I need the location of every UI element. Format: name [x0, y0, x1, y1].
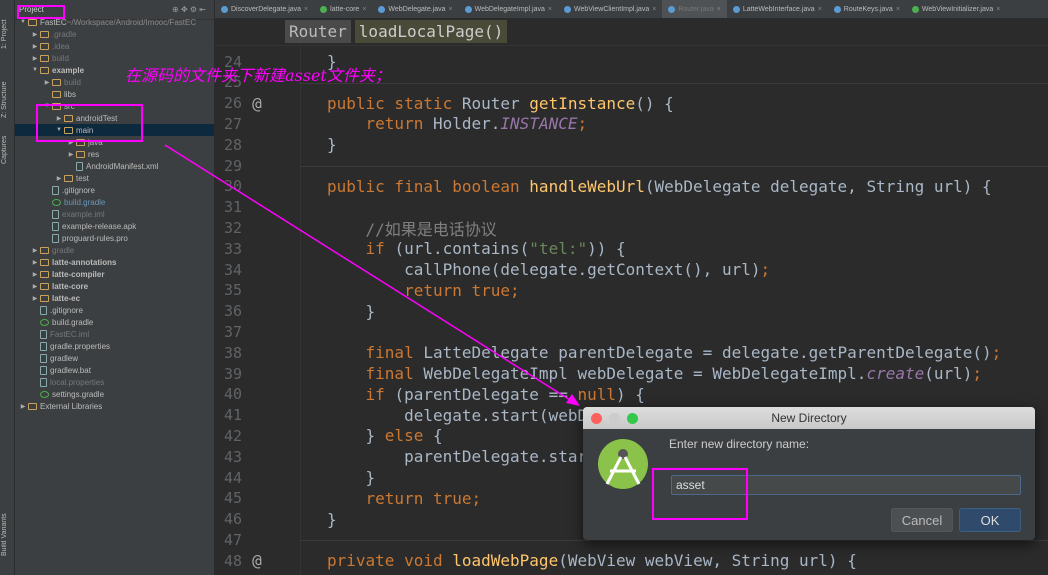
minimize-button — [609, 413, 620, 424]
dialog-titlebar: New Directory — [583, 407, 1035, 429]
zoom-button[interactable] — [627, 413, 638, 424]
directory-name-label: Enter new directory name: — [669, 437, 810, 451]
close-button[interactable] — [591, 413, 602, 424]
cancel-button[interactable]: Cancel — [891, 508, 953, 532]
new-directory-dialog: New Directory Enter new directory name: … — [583, 407, 1035, 540]
dialog-title: New Directory — [771, 411, 847, 425]
ok-button[interactable]: OK — [959, 508, 1021, 532]
highlight-input — [652, 468, 748, 520]
android-studio-logo-icon — [598, 439, 648, 489]
